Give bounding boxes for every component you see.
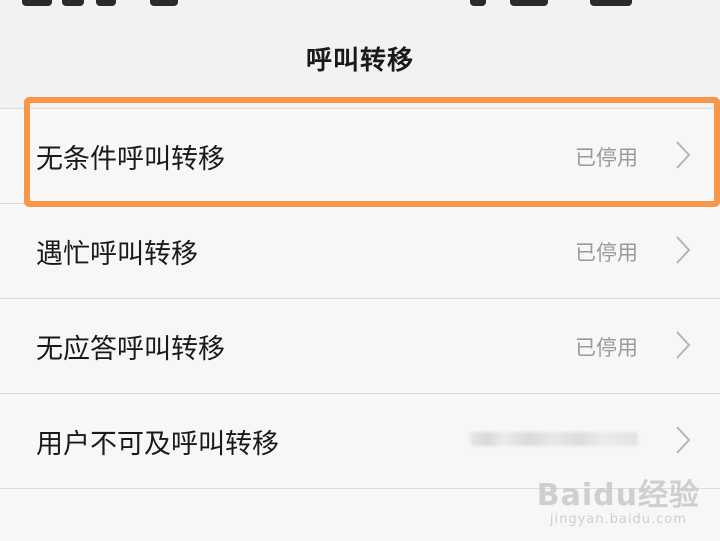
status-signal-icon [22,0,52,6]
nav-bar: 呼叫转移 [0,0,720,109]
watermark: Baidu经验 jingyan.baidu.com [537,470,700,527]
page-title: 呼叫转移 [305,46,414,76]
chevron-right-icon [676,426,690,454]
watermark-logo-text: Baidu经验 [536,478,700,513]
status-carrier-icon [62,0,84,6]
status-battery-icon [590,0,632,6]
list-item-status: 已停用 [575,336,638,360]
list-item-no-answer-forwarding[interactable]: 无应答呼叫转移 已停用 [0,299,720,394]
list-item-label: 遇忙呼叫转移 [36,239,198,270]
list-item-label: 无条件呼叫转移 [36,144,225,175]
status-bar [0,0,720,12]
call-forwarding-list: 无条件呼叫转移 已停用 遇忙呼叫转移 已停用 无应答呼叫转移 已停用 用户不可及… [0,109,720,489]
chevron-right-icon [676,331,690,359]
list-item-status: 已停用 [575,146,638,170]
status-alarm-icon [470,0,486,6]
status-wifi-icon [510,0,548,6]
list-item-label: 无应答呼叫转移 [36,334,225,365]
status-network-icon [150,0,178,6]
chevron-right-icon [676,141,690,169]
list-item-busy-forwarding[interactable]: 遇忙呼叫转移 已停用 [0,204,720,299]
list-item-label: 用户不可及呼叫转移 [36,429,279,460]
chevron-right-icon [676,236,690,264]
blurred-forwarding-number [470,432,638,446]
list-item-status: 已停用 [575,241,638,265]
watermark-url: jingyan.baidu.com [549,512,687,527]
list-item-unconditional-forwarding[interactable]: 无条件呼叫转移 已停用 [0,109,720,204]
status-carrier-icon [96,0,116,6]
